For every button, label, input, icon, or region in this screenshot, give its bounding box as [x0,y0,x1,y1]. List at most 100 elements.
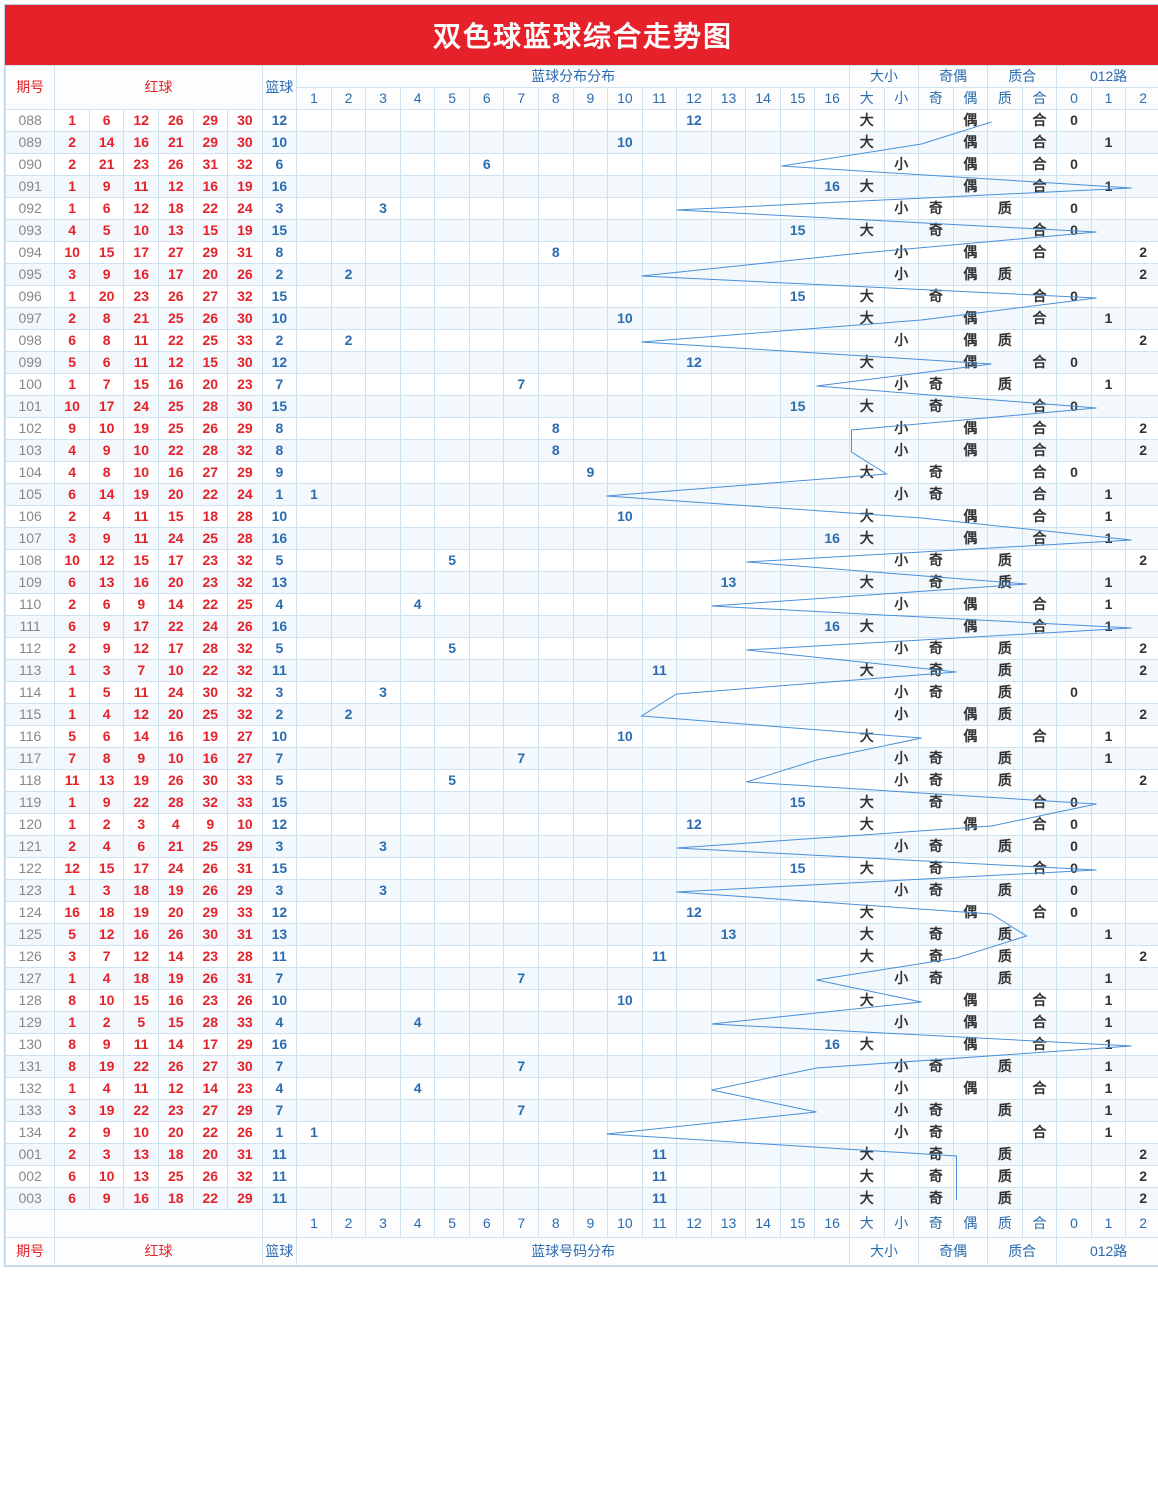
parity-even [953,1100,988,1122]
parity-odd: 奇 [919,374,954,396]
route-1: 1 [1091,924,1126,946]
route-2: 2 [1126,418,1158,440]
parity-odd: 奇 [919,286,954,308]
blue-ball: 11 [262,1166,297,1188]
red-ball: 33 [228,1012,263,1034]
parity-even: 偶 [953,616,988,638]
data-row: 09119111216191616大偶合1 [6,176,1158,198]
dist-empty [780,264,815,286]
dist-empty [573,990,608,1012]
red-ball: 1 [55,792,90,814]
dist-empty [435,462,470,484]
parity-even [953,572,988,594]
dist-empty [642,968,677,990]
route-1 [1091,352,1126,374]
route-0 [1057,946,1092,968]
red-ball: 2 [55,836,90,858]
route-1 [1091,550,1126,572]
dist-empty [297,154,332,176]
dist-empty [504,836,539,858]
dist-empty [642,374,677,396]
red-ball: 12 [124,704,159,726]
dist-empty [400,242,435,264]
dist-empty [815,880,850,902]
red-ball: 25 [228,594,263,616]
dist-empty [677,220,712,242]
red-ball: 28 [193,440,228,462]
dist-empty [815,748,850,770]
dist-empty [780,1100,815,1122]
dist-empty [608,154,643,176]
period-cell: 092 [6,198,55,220]
red-ball: 8 [55,990,90,1012]
dist-hit: 10 [608,132,643,154]
parity-even: 偶 [953,110,988,132]
red-ball: 11 [124,352,159,374]
dist-empty [469,572,504,594]
size-small [884,132,919,154]
dist-empty [711,242,746,264]
dist-empty [435,352,470,374]
parity-odd: 奇 [919,770,954,792]
parity-odd: 奇 [919,858,954,880]
red-ball: 11 [124,1034,159,1056]
red-ball: 1 [55,198,90,220]
dist-empty [331,1056,366,1078]
route-0 [1057,374,1092,396]
route-0 [1057,1188,1092,1210]
size-big [849,638,884,660]
foot-sub: 小 [884,1210,919,1238]
route-1 [1091,682,1126,704]
dist-empty [815,264,850,286]
dist-empty [504,792,539,814]
red-ball: 10 [89,1166,124,1188]
red-ball: 17 [124,858,159,880]
dist-empty [539,1078,574,1100]
dist-empty [677,792,712,814]
red-ball: 18 [158,1144,193,1166]
size-big [849,440,884,462]
dist-empty [435,704,470,726]
data-row: 1011017242528301515大奇合0 [6,396,1158,418]
parity-even: 偶 [953,990,988,1012]
red-ball: 26 [158,286,193,308]
dist-empty [608,660,643,682]
red-ball: 9 [124,594,159,616]
dist-empty [608,220,643,242]
dist-empty [608,594,643,616]
dist-empty [677,1122,712,1144]
dist-empty [435,154,470,176]
red-ball: 19 [89,1056,124,1078]
size-small: 小 [884,330,919,352]
prime-c [1022,1188,1057,1210]
parity-odd [919,1078,954,1100]
table-body: 08816122629301212大偶合0089214162129301010大… [6,110,1158,1210]
red-ball: 22 [193,484,228,506]
dist-hit: 10 [608,506,643,528]
route-2 [1126,616,1158,638]
parity-odd: 奇 [919,880,954,902]
red-ball: 31 [228,968,263,990]
dist-empty [297,1078,332,1100]
dist-empty [746,110,781,132]
dist-empty [642,1034,677,1056]
dist-empty [642,924,677,946]
dist-empty [539,462,574,484]
dist-empty [539,1166,574,1188]
data-row: 109613162023321313大奇质1 [6,572,1158,594]
red-ball: 29 [228,836,263,858]
route-0: 0 [1057,396,1092,418]
route-2: 2 [1126,1188,1158,1210]
red-ball: 28 [193,396,228,418]
parity-odd: 奇 [919,1122,954,1144]
dist-empty [573,880,608,902]
red-ball: 13 [124,1144,159,1166]
dist-empty [642,308,677,330]
dist-empty [366,352,401,374]
red-ball: 5 [55,924,90,946]
data-row: 134291020222611小奇合1 [6,1122,1158,1144]
prime-c [1022,1166,1057,1188]
dist-empty [504,660,539,682]
route-1 [1091,660,1126,682]
route-0 [1057,1100,1092,1122]
